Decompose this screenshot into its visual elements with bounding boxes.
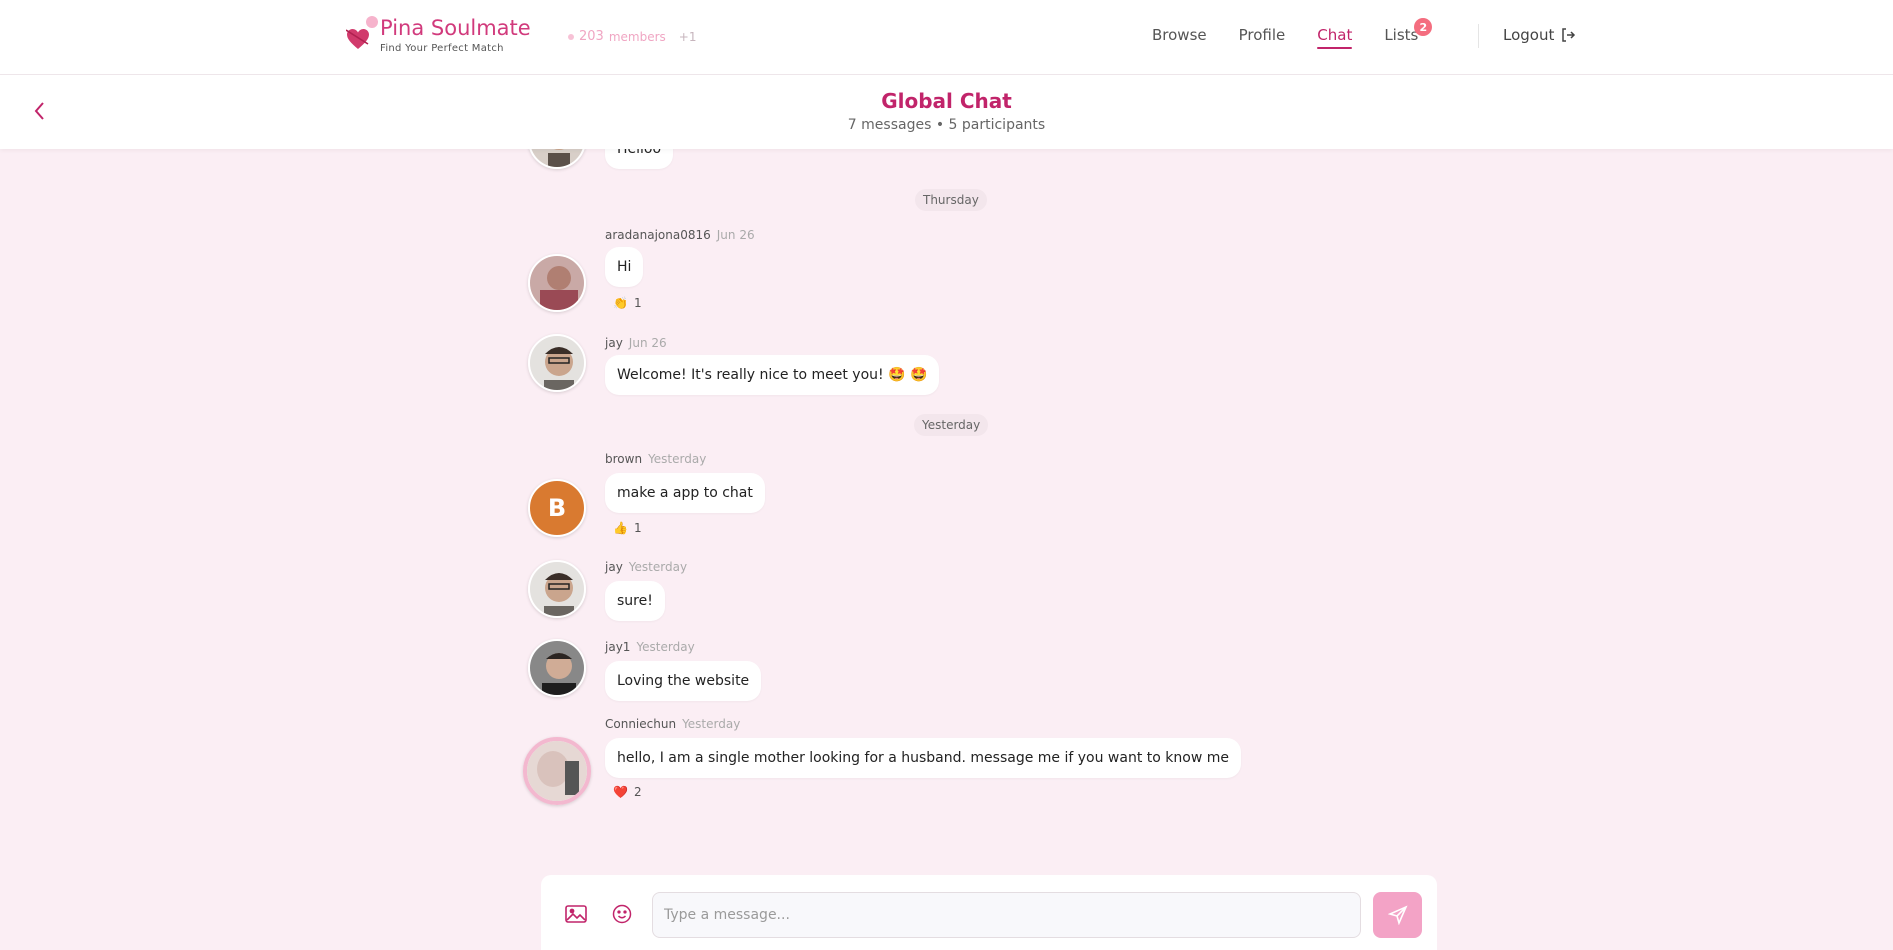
day-separator: Thursday — [915, 189, 987, 211]
avatar[interactable] — [528, 560, 586, 618]
chat-header: Global Chat 7 messages • 5 participants — [0, 75, 1893, 149]
message-author[interactable]: jay1 — [605, 640, 630, 654]
logout-icon — [1562, 28, 1576, 42]
logout-button[interactable]: Logout — [1503, 26, 1576, 44]
message-meta: jay Jun 26 — [605, 336, 667, 350]
main-nav: Browse Profile Chat Lists 2 — [1152, 18, 1450, 49]
send-paper-plane-icon — [1387, 905, 1408, 925]
reaction-chip[interactable]: 👏 1 — [613, 296, 642, 310]
message-meta: brown Yesterday — [605, 452, 706, 466]
message-bubble: Hi — [605, 247, 644, 287]
message-bubble: Welcome! It's really nice to meet you! 🤩… — [605, 355, 940, 395]
message-time: Jun 26 — [628, 336, 667, 350]
nav-lists-label: Lists — [1384, 26, 1419, 44]
message-bubble: hello, I am a single mother looking for … — [605, 738, 1241, 778]
nav-profile[interactable]: Profile — [1239, 26, 1286, 44]
brand-tagline: Find Your Perfect Match — [380, 43, 504, 54]
avatar[interactable] — [528, 334, 586, 392]
members-plus: +1 — [678, 29, 697, 44]
brand-name: Pina Soulmate — [380, 16, 531, 40]
avatar[interactable] — [523, 737, 591, 805]
lists-count-badge: 2 — [1414, 18, 1433, 36]
thumbs-up-icon: 👍 — [613, 521, 628, 535]
reaction-chip[interactable]: ❤️ 2 — [613, 785, 642, 799]
message-bubble: make a app to chat — [605, 473, 765, 513]
message-author[interactable]: aradanajona0816 — [605, 228, 711, 242]
avatar[interactable] — [528, 149, 586, 169]
message-bubble: sure! — [605, 581, 665, 621]
message-meta: jay1 Yesterday — [605, 640, 695, 654]
chat-subtitle: 7 messages • 5 participants — [847, 117, 1046, 133]
heart-icon: ❤️ — [613, 785, 628, 799]
message-author[interactable]: Conniechun — [605, 717, 676, 731]
message-list[interactable]: Helloo Thursday aradanajona0816 Jun 26 Hi… — [0, 149, 1893, 869]
image-upload-icon[interactable] — [565, 905, 587, 923]
emoji-picker-icon[interactable] — [612, 904, 632, 924]
reaction-count: 1 — [633, 521, 642, 535]
message-author[interactable]: jay — [605, 336, 623, 350]
heart-arrow-logo-icon — [344, 16, 378, 52]
members-count: 203 — [579, 29, 604, 44]
online-dot-icon — [568, 33, 574, 40]
message-meta: aradanajona0816 Jun 26 — [605, 228, 755, 242]
members-label: members — [608, 29, 666, 44]
reaction-count: 2 — [633, 785, 642, 799]
logout-label: Logout — [1503, 26, 1555, 44]
message-time: Yesterday — [682, 717, 741, 731]
nav-chat[interactable]: Chat — [1317, 26, 1353, 49]
day-separator: Yesterday — [914, 414, 989, 436]
message-composer — [541, 875, 1437, 950]
clapping-hands-icon: 👏 — [613, 296, 628, 310]
message-time: Yesterday — [636, 640, 695, 654]
reaction-count: 1 — [633, 296, 642, 310]
nav-browse[interactable]: Browse — [1152, 26, 1207, 44]
nav-lists[interactable]: Lists 2 — [1384, 18, 1433, 44]
top-navbar: Pina Soulmate Find Your Perfect Match 20… — [0, 0, 1893, 75]
message-bubble: Helloo — [605, 149, 674, 169]
avatar-letter[interactable]: B — [528, 479, 586, 537]
avatar[interactable] — [528, 639, 586, 697]
message-time: Jun 26 — [716, 228, 755, 242]
nav-divider — [1478, 24, 1479, 48]
message-author[interactable]: jay — [605, 560, 623, 574]
send-button[interactable] — [1373, 892, 1422, 938]
members-online-indicator: 203 members +1 — [568, 29, 696, 44]
message-time: Yesterday — [648, 452, 707, 466]
message-time: Yesterday — [628, 560, 688, 574]
message-input[interactable] — [652, 892, 1361, 938]
brand-logo-link[interactable]: Pina Soulmate Find Your Perfect Match — [344, 14, 531, 54]
message-meta: Conniechun Yesterday — [605, 717, 740, 731]
message-bubble: Loving the website — [605, 661, 762, 701]
message-meta: jay Yesterday — [605, 560, 687, 574]
chat-title: Global Chat — [881, 89, 1012, 113]
avatar[interactable] — [528, 254, 586, 312]
message-author[interactable]: brown — [605, 452, 642, 466]
reaction-chip[interactable]: 👍 1 — [613, 521, 642, 535]
